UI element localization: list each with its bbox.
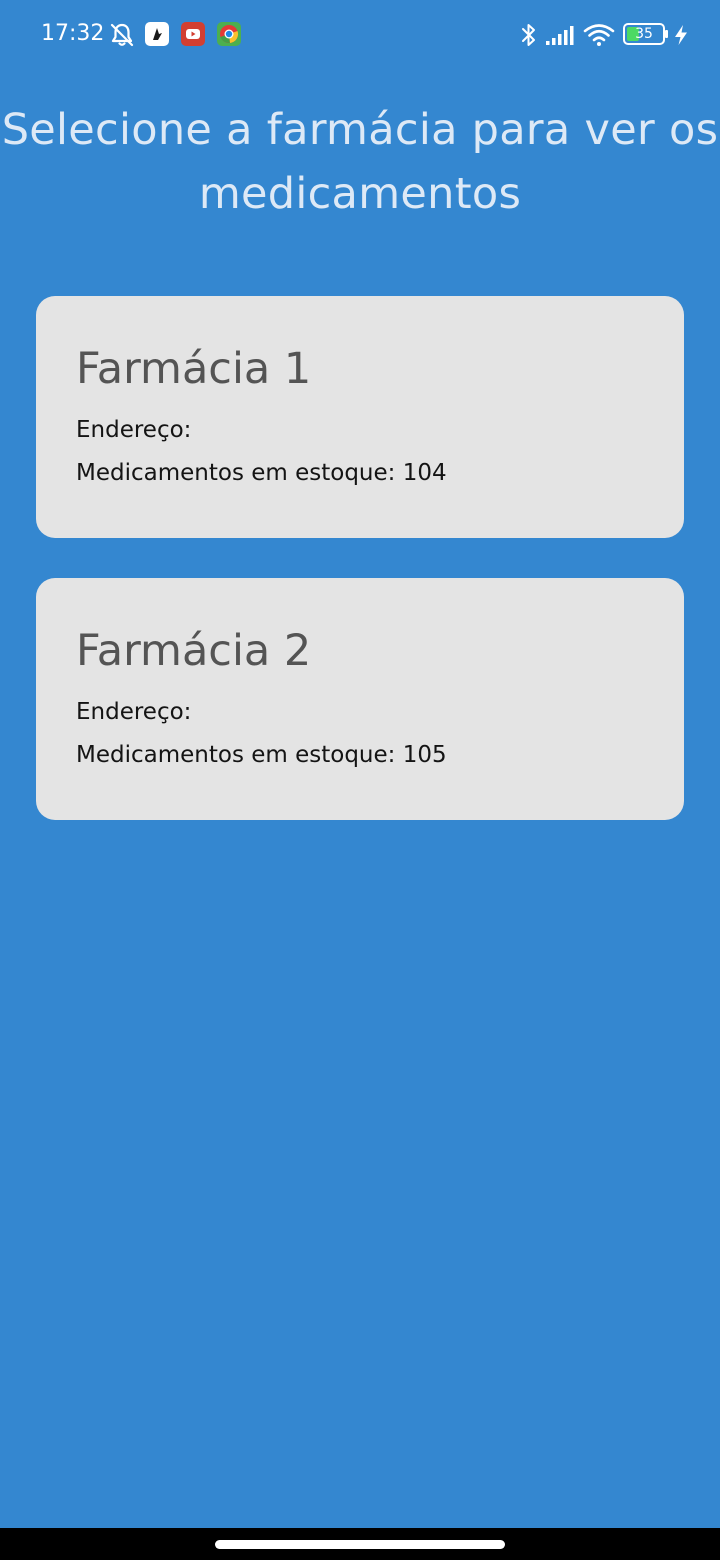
wifi-icon <box>583 24 615 46</box>
signal-icon <box>546 26 574 45</box>
pharmacy-stock-count: Medicamentos em estoque: 105 <box>76 742 447 768</box>
status-bar: 17:32 35 <box>0 0 720 68</box>
pharmacy-name: Farmácia 2 <box>76 626 312 676</box>
charging-icon <box>675 25 687 45</box>
bluetooth-icon <box>522 24 535 46</box>
status-time: 17:32 <box>41 21 105 46</box>
page-title: Selecione a farmácia para ver os medicam… <box>1 105 719 219</box>
home-indicator[interactable] <box>215 1540 505 1549</box>
app-screen: 17:32 35 Selecione a farmácia para ver o… <box>0 0 720 1528</box>
app-notification-icon <box>145 22 169 46</box>
chrome-icon <box>217 22 241 46</box>
muted-bell-icon <box>110 23 134 47</box>
pharmacy-card-2[interactable]: Farmácia 2 Endereço: Medicamentos em est… <box>36 578 684 820</box>
battery-level: 35 <box>635 26 653 42</box>
pharmacy-name: Farmácia 1 <box>76 344 312 394</box>
pharmacy-card-1[interactable]: Farmácia 1 Endereço: Medicamentos em est… <box>36 296 684 538</box>
pharmacy-stock-count: Medicamentos em estoque: 104 <box>76 460 447 486</box>
battery-icon: 35 <box>623 23 669 45</box>
pharmacy-address-label: Endereço: <box>76 699 192 725</box>
navigation-bar <box>0 1528 720 1560</box>
pharmacy-address-label: Endereço: <box>76 417 192 443</box>
youtube-icon <box>181 22 205 46</box>
